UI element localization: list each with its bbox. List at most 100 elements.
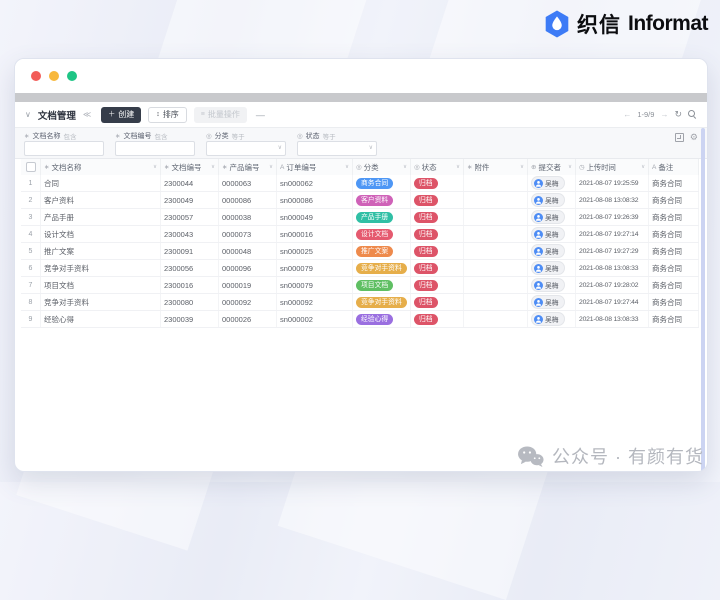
cell-status: 归档 [411, 260, 464, 276]
maximize-button[interactable] [67, 71, 77, 81]
cell-submitter: 吴梅 [528, 311, 576, 327]
sort-chevron-icon[interactable]: ∨ [211, 164, 215, 170]
sort-chevron-icon[interactable]: ∨ [641, 164, 645, 170]
cell-product-no: 0000026 [219, 311, 277, 327]
batch-actions-button[interactable]: ≡ 批量操作 [193, 106, 247, 123]
text-field-icon: ∗ [24, 132, 30, 140]
cell-doc-no: 2300039 [161, 311, 219, 327]
create-button[interactable]: ＋创建 [101, 106, 142, 123]
cell-attachment [464, 277, 528, 293]
sort-chevron-icon[interactable]: ∨ [345, 164, 349, 170]
cell-index: 2 [21, 192, 41, 208]
gear-icon[interactable]: ⚙ [690, 133, 698, 142]
select-field-icon: ◎ [206, 132, 212, 140]
status-tag: 归档 [414, 194, 438, 206]
sort-chevron-icon[interactable]: ∨ [153, 164, 157, 170]
plus-icon: ＋ [108, 111, 116, 118]
search-icon[interactable] [688, 110, 697, 119]
sort-chevron-icon[interactable]: ∨ [403, 164, 407, 170]
prev-page-icon[interactable]: ← [623, 110, 631, 119]
sort-chevron-icon[interactable]: ∨ [520, 164, 524, 170]
vertical-scrollbar[interactable] [701, 128, 705, 471]
select-all-checkbox[interactable] [25, 162, 36, 172]
table-body: 1 合同 2300044 0000063 sn000062 商务合同 归档 吴梅 2021-08… [21, 175, 699, 328]
column-header-upload-time[interactable]: ◷ 上传时间 ∨ [576, 159, 649, 175]
chevron-down-icon[interactable]: ∨ [25, 110, 31, 119]
cell-submitter: 吴梅 [528, 209, 576, 225]
cell-index: 7 [21, 277, 41, 293]
text-icon: A [652, 163, 657, 171]
cell-note: 商务合同 [649, 175, 699, 191]
person-icon: ⊕ [531, 164, 537, 171]
next-page-icon[interactable]: → [660, 110, 668, 119]
table-row[interactable]: 6 竞争对手资料 2300056 0000096 sn000079 竞争对手资料 归档 吴梅 2… [21, 260, 699, 277]
category-tag: 客户资料 [356, 194, 394, 206]
sort-chevron-icon[interactable]: ∨ [568, 164, 572, 170]
column-header-attachment[interactable]: ∗ 附件 ∨ [464, 159, 528, 175]
submitter-chip: 吴梅 [531, 244, 565, 258]
share-icon[interactable]: ≪ [83, 110, 91, 119]
more-button[interactable]: — [256, 110, 265, 120]
cell-note: 商务合同 [649, 209, 699, 225]
submitter-chip: 吴梅 [531, 312, 565, 326]
column-label: 订单编号 [286, 162, 317, 172]
cell-status: 归档 [411, 209, 464, 225]
attachment-icon: ∗ [467, 164, 473, 171]
column-header-note[interactable]: A 备注 [649, 159, 699, 175]
column-header-category[interactable]: ◎ 分类 ∨ [353, 159, 411, 175]
refresh-icon[interactable]: ↻ [674, 109, 682, 120]
cell-attachment [464, 243, 528, 259]
table-row[interactable]: 5 推广文案 2300091 0000048 sn000025 推广文案 归档 吴梅 2021-… [21, 243, 699, 260]
cell-upload-time: 2021-08-07 19:28:02 [576, 277, 649, 293]
category-tag: 推广文案 [356, 245, 394, 257]
table-row[interactable]: 8 竞争对手资料 2300080 0000092 sn000092 竞争对手资料 归档 吴梅 2… [21, 294, 699, 311]
sort-chevron-icon[interactable]: ∨ [269, 164, 273, 170]
cell-index: 4 [21, 226, 41, 242]
filter-input[interactable] [115, 141, 195, 156]
filter-group: ◎ 分类 等于 ∨ [206, 130, 286, 156]
filter-label: 分类 [214, 132, 229, 140]
cell-index: 9 [21, 311, 41, 327]
avatar [534, 246, 543, 256]
text-field-icon: ∗ [164, 164, 170, 171]
column-header-order-no[interactable]: A 订单编号 ∨ [277, 159, 353, 175]
text-field-icon: ∗ [222, 164, 228, 171]
cell-note: 商务合同 [649, 226, 699, 242]
table-header: ∗ 文档名称 ∨ ∗ 文档编号 ∨ ∗ 产品编号 ∨ A 订单编号 ∨ ◎ 分类 ∨ ◎ 状态 ∨ ∗ 附件 ∨ ⊕ 提交者… [21, 159, 699, 176]
filter-select[interactable]: ∨ [297, 141, 377, 156]
cell-product-no: 0000038 [219, 209, 277, 225]
cell-doc-no: 2300080 [161, 294, 219, 310]
minimize-button[interactable] [49, 71, 59, 81]
filter-input[interactable] [24, 141, 104, 156]
table-row[interactable]: 7 项目文档 2300016 0000019 sn000079 项目文档 归档 吴梅 2021-… [21, 277, 699, 294]
sort-button[interactable]: ↕ 排序 [148, 106, 187, 123]
sort-chevron-icon[interactable]: ∨ [456, 164, 460, 170]
cell-name: 客户资料 [41, 192, 161, 208]
cell-index: 1 [21, 175, 41, 191]
column-header-select [21, 159, 41, 175]
cell-order-no: sn000002 [277, 311, 353, 327]
cell-doc-no: 2300043 [161, 226, 219, 242]
column-header-status[interactable]: ◎ 状态 ∨ [411, 159, 464, 175]
table-row[interactable]: 3 产品手册 2300057 0000038 sn000049 产品手册 归档 吴梅 2021-… [21, 209, 699, 226]
cell-attachment [464, 209, 528, 225]
cell-category: 竞争对手资料 [353, 294, 411, 310]
filter-bar: ∗ 文档名称 包含 ∗ 文档编号 包含 ◎ 分类 等于 ∨ ◎ 状态 等于 ∨ ⚙ [15, 128, 707, 159]
cell-upload-time: 2021-08-07 19:25:59 [576, 175, 649, 191]
column-header-product-no[interactable]: ∗ 产品编号 ∨ [219, 159, 277, 175]
column-header-doc-no[interactable]: ∗ 文档编号 ∨ [161, 159, 219, 175]
table-row[interactable]: 2 客户资料 2300049 0000086 sn000086 客户资料 归档 吴梅 2021-… [21, 192, 699, 209]
table-row[interactable]: 9 经验心得 2300039 0000026 sn000002 经验心得 归档 吴梅 2021-… [21, 311, 699, 328]
cell-status: 归档 [411, 175, 464, 191]
table-row[interactable]: 1 合同 2300044 0000063 sn000062 商务合同 归档 吴梅 2021-08… [21, 175, 699, 192]
column-header-name[interactable]: ∗ 文档名称 ∨ [41, 159, 161, 175]
expand-icon[interactable] [674, 133, 684, 142]
table-row[interactable]: 4 设计文档 2300043 0000073 sn000016 设计文档 归档 吴梅 2021-… [21, 226, 699, 243]
cell-category: 推广文案 [353, 243, 411, 259]
cell-index: 5 [21, 243, 41, 259]
column-header-submitter[interactable]: ⊕ 提交者 ∨ [528, 159, 576, 175]
submitter-chip: 吴梅 [531, 261, 565, 275]
filter-select[interactable]: ∨ [206, 141, 286, 156]
cell-order-no: sn000016 [277, 226, 353, 242]
close-button[interactable] [31, 71, 41, 81]
